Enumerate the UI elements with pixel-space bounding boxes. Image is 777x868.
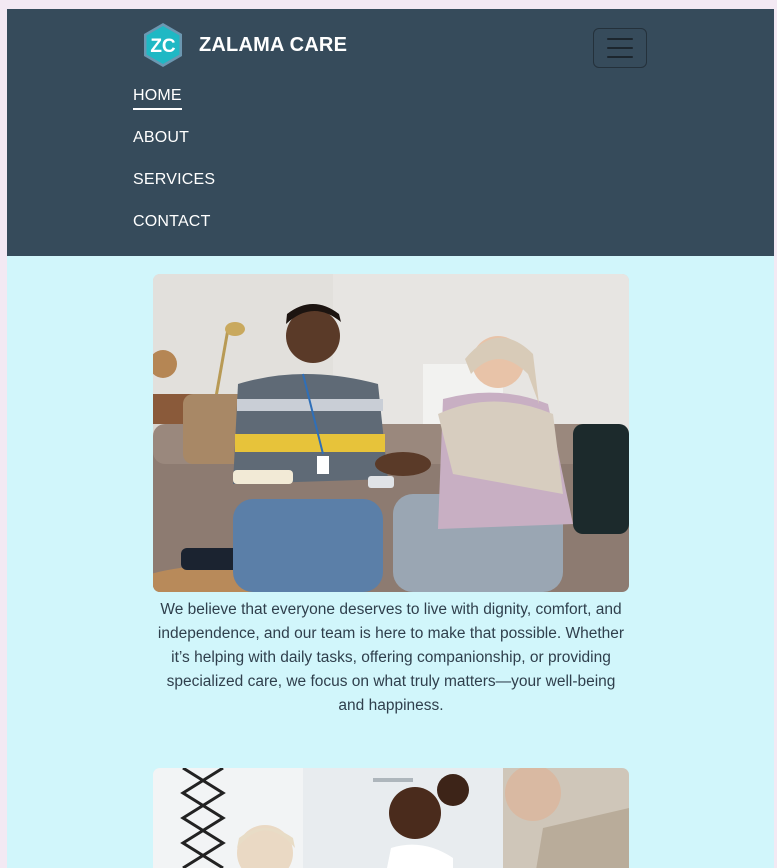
nav-link-services[interactable]: SERVICES xyxy=(133,171,215,192)
nav-item-services: SERVICES xyxy=(133,171,215,213)
hamburger-menu-icon[interactable] xyxy=(593,28,647,68)
nav-item-about: ABOUT xyxy=(133,129,215,171)
page-frame: ZC ZALAMA CARE HOME ABOUT SERVICES CONTA… xyxy=(7,9,774,868)
menu-bar-line xyxy=(607,38,633,40)
brand-name: ZALAMA CARE xyxy=(199,33,348,56)
menu-bar-line xyxy=(607,47,633,49)
zc-hexagon-logo-icon: ZC xyxy=(144,23,182,67)
nav-link-about[interactable]: ABOUT xyxy=(133,129,189,150)
nav-item-contact: CONTACT xyxy=(133,213,215,255)
photo-caregiver-with-elderly-woman xyxy=(153,274,629,592)
nav-link-home[interactable]: HOME xyxy=(133,87,182,110)
photo-caregivers-with-patient xyxy=(153,768,629,868)
menu-bar-line xyxy=(607,56,633,58)
card-description: We believe that everyone deserves to liv… xyxy=(157,601,625,714)
nav-link-contact[interactable]: CONTACT xyxy=(133,213,211,234)
nav-item-home: HOME xyxy=(133,87,215,129)
logo-initials: ZC xyxy=(150,36,176,57)
navbar: ZC ZALAMA CARE HOME ABOUT SERVICES CONTA… xyxy=(7,9,774,256)
nav-menu: HOME ABOUT SERVICES CONTACT xyxy=(133,87,215,255)
brand-link[interactable]: ZC ZALAMA CARE xyxy=(139,21,347,69)
